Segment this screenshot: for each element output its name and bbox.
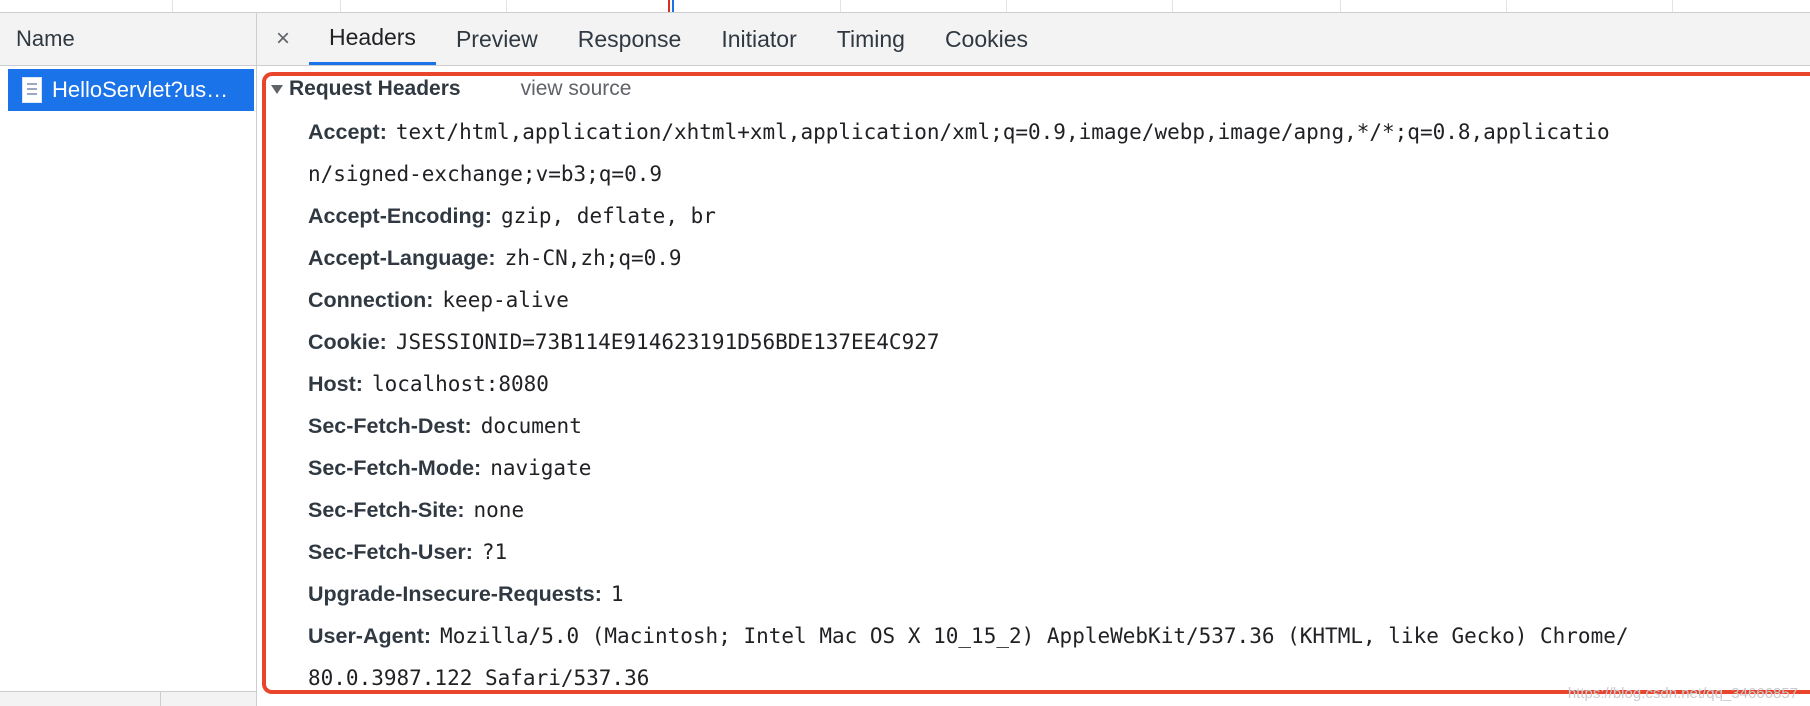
waterfall-tick [1172, 0, 1173, 12]
header-row-sec-fetch-dest: Sec-Fetch-Dest: document [308, 405, 1810, 447]
request-list: Name HelloServlet?us… [0, 13, 257, 706]
name-column-header[interactable]: Name [0, 13, 256, 66]
header-row-accept-encoding: Accept-Encoding: gzip, deflate, br [308, 195, 1810, 237]
header-row-sec-fetch-site: Sec-Fetch-Site: none [308, 489, 1810, 531]
tab-timing[interactable]: Timing [817, 13, 925, 65]
header-key: Sec-Fetch-Site: [308, 498, 465, 522]
header-value: document [480, 414, 582, 438]
waterfall-overview[interactable] [0, 0, 1810, 13]
header-key: Accept: [308, 120, 387, 144]
header-key: Connection: [308, 288, 434, 312]
tab-preview[interactable]: Preview [436, 13, 558, 65]
header-row-accept-language: Accept-Language: zh-CN,zh;q=0.9 [308, 237, 1810, 279]
header-key: Accept-Language: [308, 246, 496, 270]
tab-cookies[interactable]: Cookies [925, 13, 1048, 65]
header-value: 1 [610, 582, 624, 606]
header-value: JSESSIONID=73B114E914623191D56BDE137EE4C… [395, 330, 940, 354]
header-row-accept: Accept: text/html,application/xhtml+xml,a… [308, 111, 1810, 153]
close-icon[interactable]: × [257, 13, 309, 65]
waterfall-tick [340, 0, 341, 12]
waterfall-tick [1672, 0, 1673, 12]
header-key: User-Agent: [308, 624, 432, 648]
waterfall-tick [840, 0, 841, 12]
waterfall-tick [1006, 0, 1007, 12]
header-key: Accept-Encoding: [308, 204, 492, 228]
header-value: keep-alive [442, 288, 569, 312]
request-row-selected[interactable]: HelloServlet?us… [8, 69, 254, 111]
header-value-continued: 80.0.3987.122 Safari/537.36 [308, 666, 650, 690]
header-value: text/html,application/xhtml+xml,applicat… [395, 120, 1610, 144]
watermark: https://blog.csdn.net/qq_34666857 [1567, 685, 1798, 702]
request-name: HelloServlet?us… [52, 77, 229, 102]
request-list-footer [0, 691, 256, 706]
header-key: Sec-Fetch-Mode: [308, 456, 482, 480]
waterfall-tick [172, 0, 173, 12]
section-title: Request Headers [289, 77, 461, 100]
header-key: Host: [308, 372, 363, 396]
tab-response[interactable]: Response [558, 13, 702, 65]
header-row-cookie: Cookie: JSESSIONID=73B114E914623191D56BDE… [308, 321, 1810, 363]
view-source-link[interactable]: view source [521, 77, 632, 101]
headers-panel: Request Headers view source Accept: text/… [257, 66, 1810, 706]
header-row-user-agent: User-Agent: Mozilla/5.0 (Macintosh; Intel… [308, 615, 1810, 657]
tab-initiator[interactable]: Initiator [701, 13, 816, 65]
header-value: Mozilla/5.0 (Macintosh; Intel Mac OS X 1… [440, 624, 1629, 648]
header-value: navigate [490, 456, 592, 480]
waterfall-tick [1340, 0, 1341, 12]
header-value: gzip, deflate, br [500, 204, 716, 228]
waterfall-tick [1506, 0, 1507, 12]
tab-headers[interactable]: Headers [309, 13, 436, 65]
header-value: zh-CN,zh;q=0.9 [504, 246, 682, 270]
details-tab-bar: × Headers Preview Response Initiator Tim… [257, 13, 1810, 66]
header-row-sec-fetch-mode: Sec-Fetch-Mode: navigate [308, 447, 1810, 489]
header-key: Cookie: [308, 330, 387, 354]
header-row-host: Host: localhost:8080 [308, 363, 1810, 405]
document-icon [22, 77, 42, 103]
header-value: ?1 [481, 540, 508, 564]
request-headers-section-toggle[interactable]: Request Headers view source [271, 72, 631, 106]
header-row-sec-fetch-user: Sec-Fetch-User: ?1 [308, 531, 1810, 573]
header-value: localhost:8080 [371, 372, 549, 396]
header-value-continued: n/signed-exchange;v=b3;q=0.9 [308, 162, 663, 186]
waterfall-tick [506, 0, 507, 12]
header-row-accept-continued: n/signed-exchange;v=b3;q=0.9 [308, 153, 1810, 195]
header-row-upgrade-insecure-requests: Upgrade-Insecure-Requests: 1 [308, 573, 1810, 615]
triangle-down-icon [271, 84, 283, 94]
header-row-connection: Connection: keep-alive [308, 279, 1810, 321]
header-key: Upgrade-Insecure-Requests: [308, 582, 602, 606]
dom-content-loaded-marker [672, 0, 674, 12]
header-key: Sec-Fetch-User: [308, 540, 473, 564]
header-key: Sec-Fetch-Dest: [308, 414, 472, 438]
header-value: none [473, 498, 525, 522]
load-event-marker [668, 0, 670, 12]
